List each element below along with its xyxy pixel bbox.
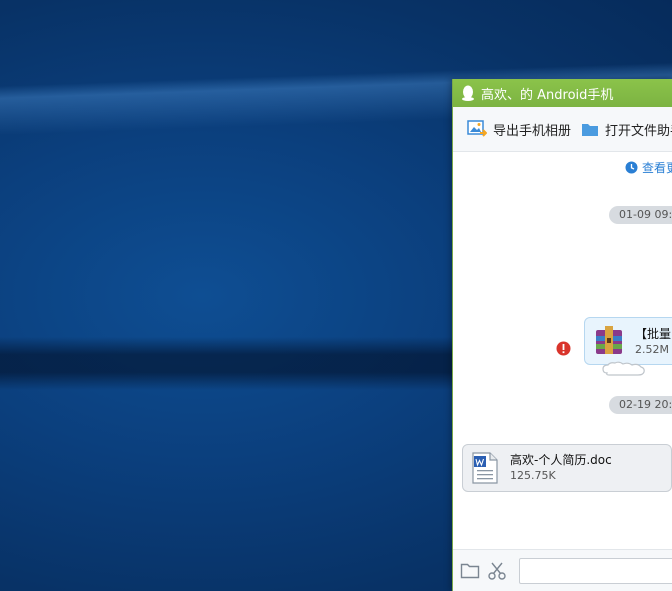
cloud-decoration: [602, 361, 645, 376]
sent-file-size: 2.52M: [635, 343, 669, 356]
export-album-label: 导出手机相册: [493, 123, 572, 139]
window-title: 高欢、的 Android手机: [481, 87, 614, 103]
file-assistant-button[interactable]: 打开文件助手: [581, 120, 672, 139]
input-toolbar: [453, 549, 672, 591]
received-file-size: 125.75K: [510, 469, 556, 482]
clock-icon: [625, 161, 638, 174]
folder-icon[interactable]: [460, 562, 480, 579]
view-history-label: 查看更多消息: [642, 161, 672, 175]
photo-export-icon: [467, 120, 487, 137]
received-file-name: 高欢-个人简历.doc: [510, 453, 612, 467]
timestamp-chip: 01-09 09:1: [609, 206, 672, 224]
sent-file-name: 【批量: [635, 327, 672, 341]
sent-file-bubble[interactable]: 【批量 2.52M: [584, 317, 672, 365]
scissors-icon[interactable]: [488, 562, 506, 580]
folder-icon: [582, 123, 599, 136]
phone-chat-window: 高欢、的 Android手机 导出手机相册 打开文件助手 查看更多消息 01-0…: [452, 79, 672, 591]
export-album-button[interactable]: 导出手机相册: [467, 120, 571, 139]
window-titlebar[interactable]: 高欢、的 Android手机: [453, 79, 672, 107]
message-input[interactable]: [519, 558, 672, 584]
view-history-link[interactable]: 查看更多消息: [625, 159, 672, 176]
toolbar: 导出手机相册 打开文件助手: [453, 107, 672, 152]
timestamp-chip: 02-19 20:1: [609, 396, 672, 414]
qq-penguin-icon: [462, 85, 474, 101]
rar-archive-icon: [596, 326, 622, 354]
send-failed-icon[interactable]: [556, 341, 571, 356]
word-document-icon: [472, 452, 498, 484]
file-assistant-label: 打开文件助手: [605, 123, 672, 139]
received-file-bubble[interactable]: 高欢-个人简历.doc 125.75K: [462, 444, 672, 492]
